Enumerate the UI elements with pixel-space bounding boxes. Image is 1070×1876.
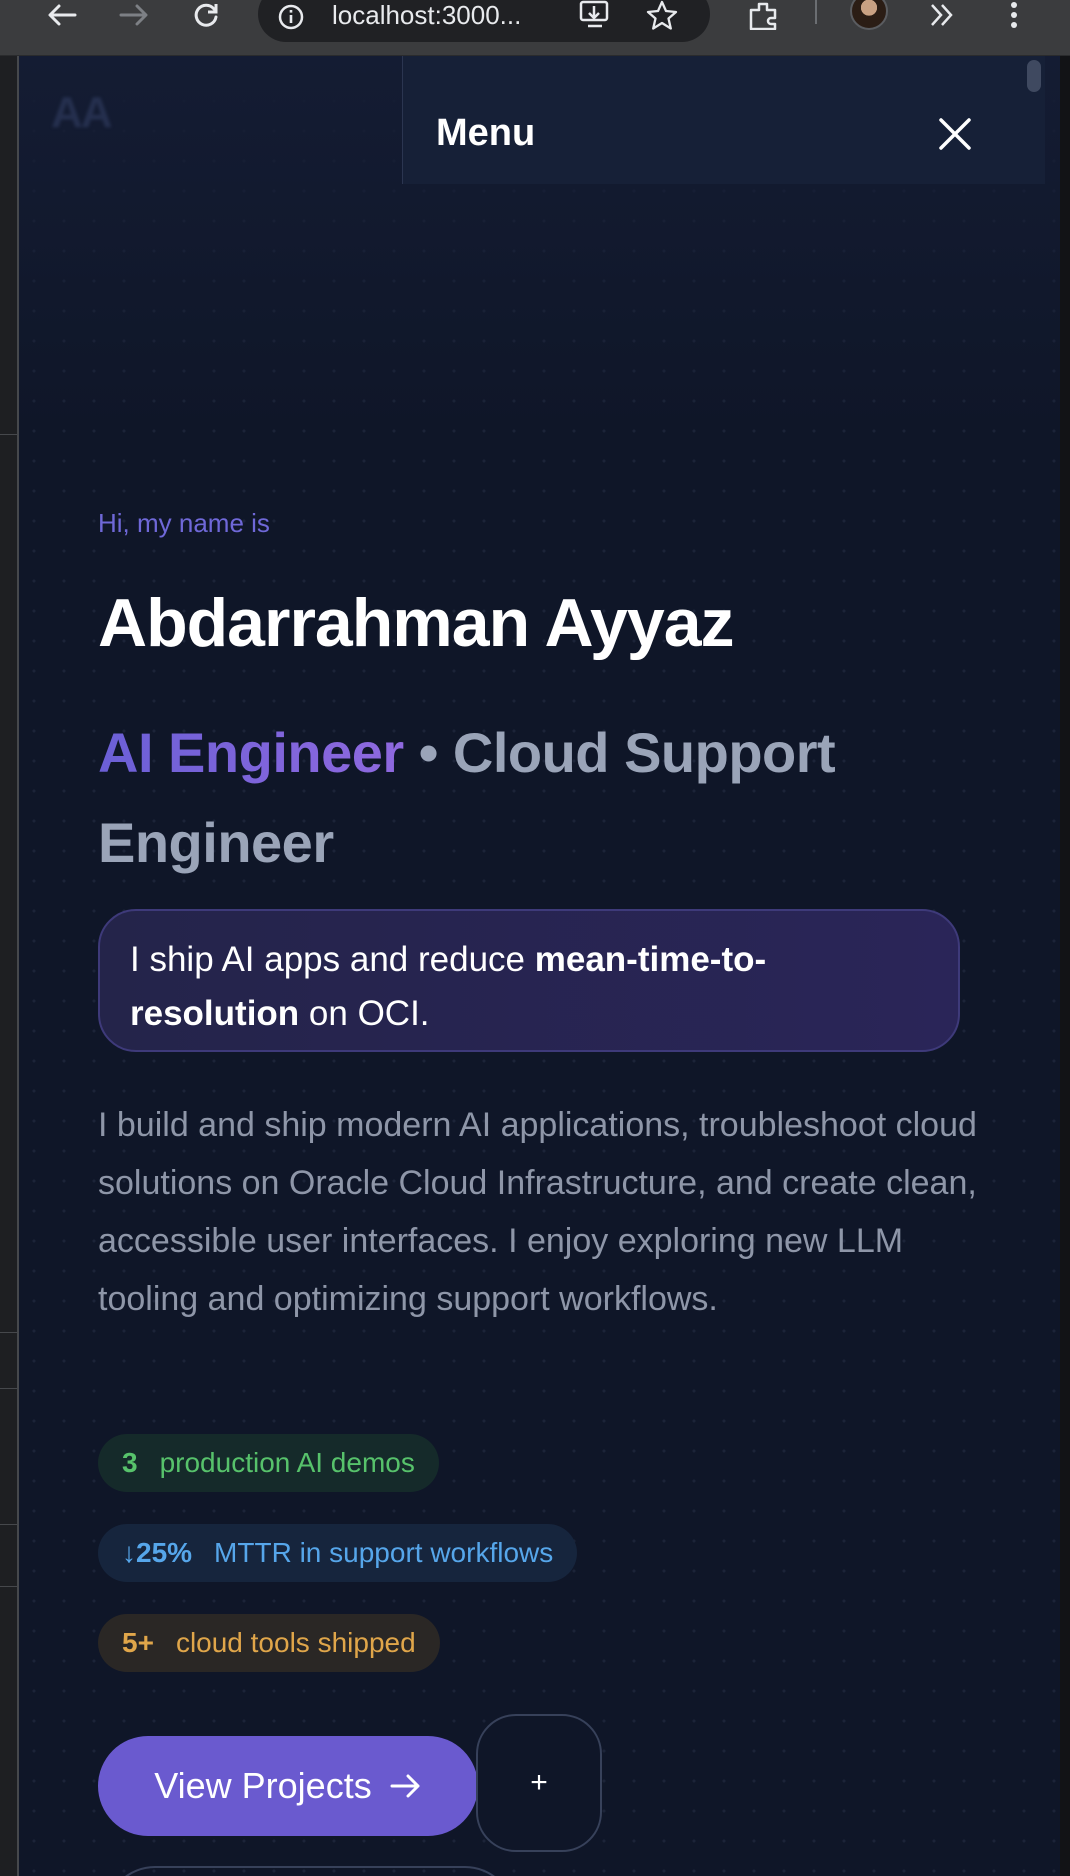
view-projects-label: View Projects — [154, 1765, 372, 1806]
site-info-icon[interactable] — [276, 2, 306, 32]
extensions-icon[interactable] — [742, 0, 786, 30]
panel-divider — [0, 1524, 17, 1525]
plus-icon: + — [530, 1766, 548, 1799]
stat-value: ↓25% — [122, 1537, 193, 1568]
stat-label: MTTR in support workflows — [214, 1537, 554, 1568]
window-edge — [1060, 56, 1070, 1876]
tagline-part1: I ship AI apps and reduce — [130, 940, 535, 979]
more-vertical-icon[interactable] — [992, 0, 1036, 30]
stat-value: 3 — [122, 1447, 138, 1478]
profile-avatar[interactable] — [850, 0, 888, 30]
site-logo[interactable]: AA — [51, 88, 113, 138]
address-url[interactable]: localhost:3000... — [332, 0, 521, 31]
menu-title: Menu — [436, 112, 536, 154]
hero-name: Abdarrahman Ayyaz — [98, 585, 735, 661]
stat-badge-mttr: ↓25% MTTR in support workflows — [98, 1524, 578, 1582]
stat-badge-cloud-tools: 5+ cloud tools shipped — [98, 1614, 440, 1672]
hero-bio: I build and ship modern AI applications,… — [98, 1106, 977, 1318]
close-icon[interactable] — [935, 114, 975, 154]
reload-icon[interactable] — [184, 0, 228, 30]
scrollbar-thumb[interactable] — [1027, 60, 1041, 92]
arrow-right-icon — [390, 1774, 420, 1798]
back-icon[interactable] — [40, 0, 84, 30]
mobile-menu-panel: Menu — [402, 56, 1045, 184]
logo-text: AA — [51, 88, 113, 137]
stat-label: production AI demos — [159, 1447, 415, 1478]
panel-divider — [0, 1586, 17, 1587]
tagline-part2: on OCI. — [299, 994, 430, 1033]
portfolio-page: AA Menu Hi, my name is Abdarrahman Ayyaz… — [19, 56, 1060, 1876]
secondary-button-partial[interactable] — [105, 1866, 515, 1876]
panel-divider — [0, 1388, 17, 1389]
bookmark-star-icon[interactable] — [645, 0, 679, 32]
panel-divider — [0, 1332, 17, 1333]
address-bar[interactable]: localhost:3000... — [258, 0, 710, 42]
toolbar-divider — [815, 0, 817, 24]
hero-role: AI Engineer • Cloud Support Engineer — [98, 708, 918, 888]
side-panel-edge — [0, 56, 19, 1876]
install-app-icon[interactable] — [578, 0, 612, 32]
panel-divider — [0, 434, 17, 435]
hero-greeting: Hi, my name is — [98, 508, 270, 538]
stat-label: cloud tools shipped — [175, 1627, 416, 1658]
forward-icon[interactable] — [112, 0, 156, 30]
stat-badge-ai-demos: 3 production AI demos — [98, 1434, 439, 1492]
stat-value: 5+ — [122, 1627, 154, 1658]
chevron-double-right-icon[interactable] — [920, 0, 964, 30]
view-projects-button[interactable]: View Projects — [98, 1736, 478, 1836]
plus-button[interactable]: + — [476, 1714, 602, 1852]
hero-tagline: I ship AI apps and reduce mean-time-to-r… — [98, 909, 960, 1052]
browser-toolbar: localhost:3000... — [0, 0, 1070, 56]
role-accent: AI Engineer — [98, 721, 404, 784]
